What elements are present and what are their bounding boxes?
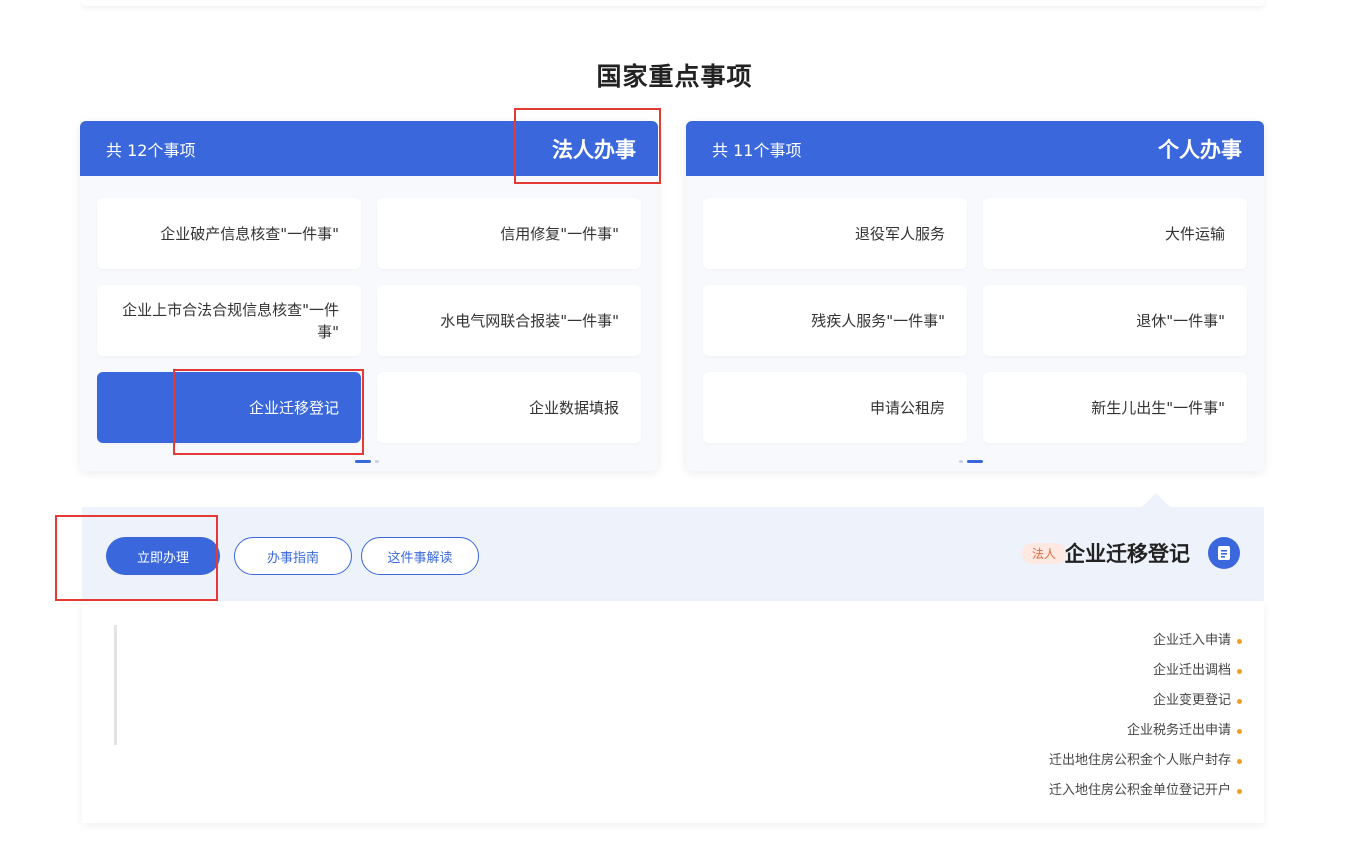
card-bankruptcy-check[interactable]: 企业破产信息核查"一件事" xyxy=(97,198,361,269)
highlight-box-legal-tab xyxy=(514,108,661,184)
card-retirement[interactable]: 退休"一件事" xyxy=(983,285,1247,356)
detail-title: 企业迁移登记 xyxy=(1064,542,1190,566)
card-newborn[interactable]: 新生儿出生"一件事" xyxy=(983,372,1247,443)
legal-item-count: 共 12个事项 xyxy=(106,141,196,160)
legal-pagination-dots[interactable] xyxy=(355,460,379,463)
personal-panel-header[interactable]: 共 11个事项 个人办事 xyxy=(686,121,1264,176)
highlight-box-migration-card xyxy=(173,369,364,455)
section-title: 国家重点事项 xyxy=(596,62,753,91)
previous-section-edge xyxy=(82,0,1264,6)
bullet-icon xyxy=(1237,759,1242,764)
personal-panel-title[interactable]: 个人办事 xyxy=(1158,134,1242,164)
bullet-icon xyxy=(1237,789,1242,794)
list-item[interactable]: 企业迁入申请 xyxy=(1049,631,1242,661)
card-data-reporting[interactable]: 企业数据填报 xyxy=(377,372,641,443)
personal-affairs-panel: 共 11个事项 个人办事 退役军人服务 大件运输 残疾人服务"一件事" 退休"一… xyxy=(686,121,1264,471)
list-item[interactable]: 企业迁出调档 xyxy=(1049,661,1242,691)
pagination-dot[interactable] xyxy=(959,460,963,463)
guide-button[interactable]: 办事指南 xyxy=(234,537,352,575)
pagination-dot-active[interactable] xyxy=(355,460,371,463)
detail-item-list-box: 企业迁入申请 企业迁出调档 企业变更登记 企业税务迁出申请 迁出地住房公积金个人… xyxy=(82,601,1264,823)
detail-pointer-arrow xyxy=(1142,493,1170,507)
card-large-transport[interactable]: 大件运输 xyxy=(983,198,1247,269)
personal-panel-body: 退役军人服务 大件运输 残疾人服务"一件事" 退休"一件事" 申请公租房 新生儿… xyxy=(686,176,1264,471)
personal-item-count: 共 11个事项 xyxy=(712,141,802,160)
list-item[interactable]: 迁入地住房公积金单位登记开户 xyxy=(1049,781,1242,811)
legal-person-tag: 法人 xyxy=(1021,543,1066,564)
list-item[interactable]: 企业变更登记 xyxy=(1049,691,1242,721)
list-item[interactable]: 迁出地住房公积金个人账户封存 xyxy=(1049,751,1242,781)
card-credit-repair[interactable]: 信用修复"一件事" xyxy=(377,198,641,269)
card-public-housing[interactable]: 申请公租房 xyxy=(703,372,967,443)
pagination-dot[interactable] xyxy=(375,460,379,463)
legal-panel-body: 企业破产信息核查"一件事" 信用修复"一件事" 企业上市合法合规信息核查"一件事… xyxy=(80,176,658,471)
sub-item-list: 企业迁入申请 企业迁出调档 企业变更登记 企业税务迁出申请 迁出地住房公积金个人… xyxy=(1049,631,1242,811)
interpretation-button[interactable]: 这件事解读 xyxy=(361,537,479,575)
bullet-icon xyxy=(1237,729,1242,734)
card-listing-compliance[interactable]: 企业上市合法合规信息核查"一件事" xyxy=(97,285,361,356)
card-disability-service[interactable]: 残疾人服务"一件事" xyxy=(703,285,967,356)
pagination-dot-active[interactable] xyxy=(967,460,983,463)
bullet-icon xyxy=(1237,639,1242,644)
card-veteran-service[interactable]: 退役军人服务 xyxy=(703,198,967,269)
highlight-box-apply-button xyxy=(55,515,218,601)
scroll-divider xyxy=(114,625,117,745)
bullet-icon xyxy=(1237,669,1242,674)
bullet-icon xyxy=(1237,699,1242,704)
personal-card-grid: 退役军人服务 大件运输 残疾人服务"一件事" 退休"一件事" 申请公租房 新生儿… xyxy=(703,198,1247,443)
card-utility-application[interactable]: 水电气网联合报装"一件事" xyxy=(377,285,641,356)
list-item[interactable]: 企业税务迁出申请 xyxy=(1049,721,1242,751)
personal-pagination-dots[interactable] xyxy=(959,460,983,463)
document-icon xyxy=(1208,537,1240,569)
detail-header-bar: 企业迁移登记 法人 这件事解读 办事指南 立即办理 xyxy=(82,507,1264,601)
